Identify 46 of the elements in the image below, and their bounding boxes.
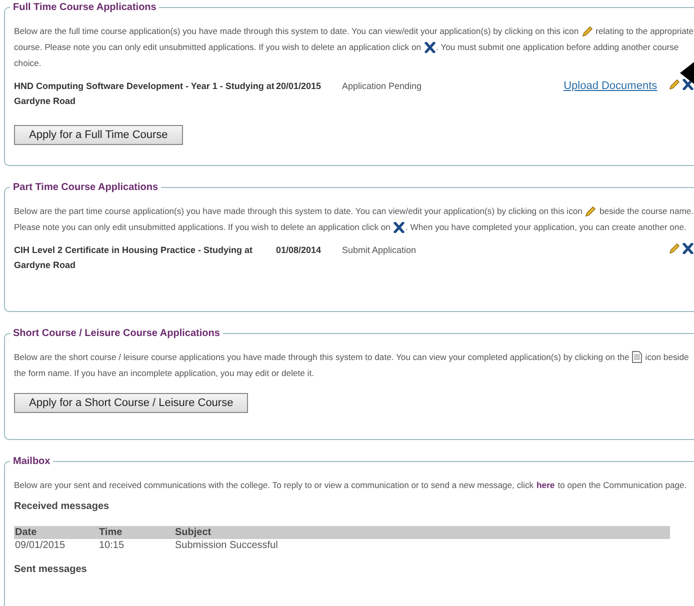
description-text: Below are the full time course application(s) you have made through this system to date. You can view/edit your application(s) by clicking on this icon [14, 25, 579, 38]
section-title: Short Course / Leisure Course Applications [12, 328, 221, 339]
received-messages-heading: Received messages [14, 501, 110, 512]
pointer-arrow-icon [680, 62, 694, 84]
apply-button[interactable]: Apply for a Full Time Course [14, 125, 183, 145]
description-text: . You must submit one application before adding another course [436, 41, 679, 54]
description-text: Below are your sent and received communications with the college. To reply to or view a communication or to send a new message, click [14, 479, 534, 492]
pencil-icon[interactable] [668, 243, 680, 254]
document-icon [632, 351, 642, 363]
pencil-icon[interactable] [585, 206, 596, 216]
delete-icon[interactable] [393, 222, 406, 232]
column-header: Subject [175, 526, 212, 539]
delete-icon[interactable] [682, 79, 694, 90]
description-text: Please note you can only edit unsubmitted applications. If you wish to delete an application click on [14, 221, 390, 234]
description-text: choice. [14, 57, 42, 70]
pencil-icon[interactable] [582, 26, 593, 36]
delete-icon[interactable] [682, 243, 694, 254]
section-title: Mailbox [12, 456, 52, 467]
section-title: Full Time Course Applications [12, 2, 158, 13]
table-cell-text: 10:15 [99, 539, 126, 552]
application-status: Application Pending [342, 80, 423, 93]
description-text: to open the Communication page. [558, 479, 687, 492]
table-cell-text: 09/01/2015 [15, 539, 66, 552]
application-status: Submit Application [342, 244, 418, 257]
apply-button[interactable]: Apply for a Short Course / Leisure Course [14, 393, 248, 413]
description-text: Below are the part time course application(s) you have made through this system to date. You can view/edit your application(s) by clicking on this icon [14, 205, 582, 218]
description-text: beside the course name. [599, 205, 694, 218]
upload-documents-link[interactable]: Upload Documents [564, 80, 658, 92]
description-text: Below are the short course / leisure course applications you have made through this system to date. You can view your completed application(s) by clicking on the [14, 351, 630, 364]
section-title: Part Time Course Applications [12, 182, 160, 193]
description-text: relating to the appropriate [596, 25, 694, 38]
course-name: HND Computing Software Development - Year 1 - Studying at Gardyne Road [14, 80, 276, 108]
application-date: 20/01/2015 [276, 80, 322, 93]
column-header: Date [15, 526, 38, 539]
table-cell-text: Submission Successful [175, 539, 279, 552]
delete-icon[interactable] [424, 42, 436, 52]
course-name: CIH Level 2 Certificate in Housing Practice - Studying at Gardyne Road [14, 244, 254, 272]
here-link[interactable]: here [536, 477, 555, 493]
application-date: 01/08/2014 [276, 244, 322, 257]
sent-messages-heading: Sent messages [14, 564, 88, 575]
description-text: the form name. If you have an incomplete application, you may edit or delete it. [14, 367, 314, 380]
pencil-icon[interactable] [668, 79, 680, 90]
description-text: course. Please note you can only edit unsubmitted applications. If you wish to delete an application click on [14, 41, 422, 54]
description-text: . When you have completed your application, you can create another one. [405, 221, 686, 234]
column-header: Time [99, 526, 124, 539]
description-text: icon beside [645, 351, 689, 364]
